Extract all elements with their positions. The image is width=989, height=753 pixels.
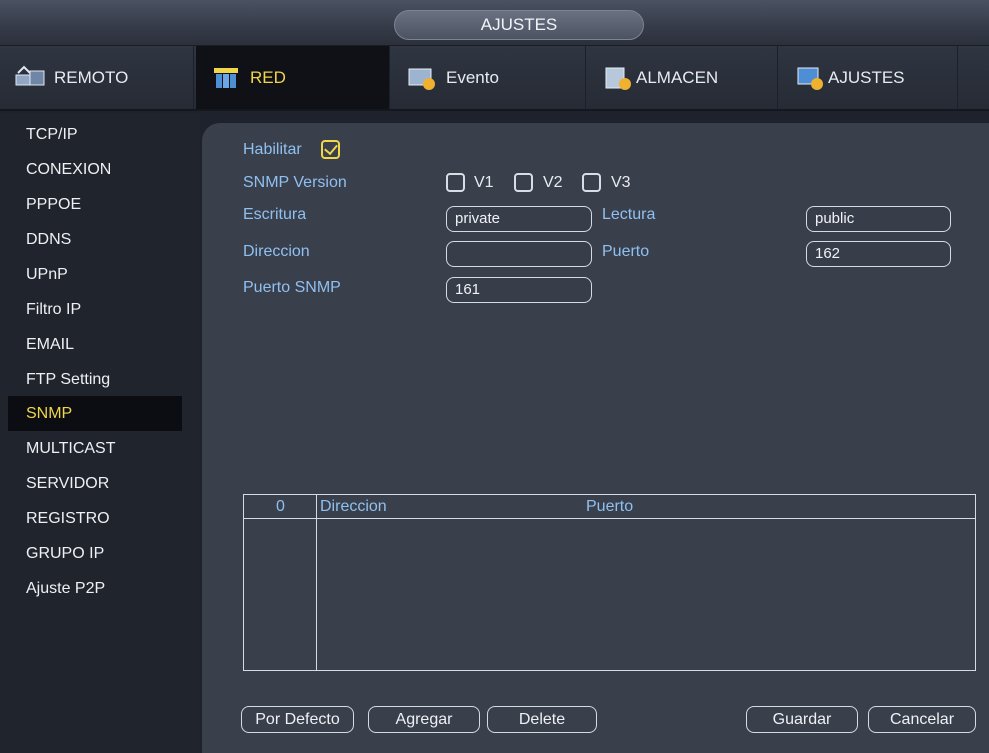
delete-button[interactable]: Delete <box>487 706 597 733</box>
sidebar-item-registro[interactable]: REGISTRO <box>8 501 182 536</box>
tab-label: ALMACEN <box>636 67 719 87</box>
tab-label: AJUSTES <box>828 67 905 87</box>
sidebar-item-servidor[interactable]: SERVIDOR <box>8 466 182 501</box>
snmp-port-label: Puerto SNMP <box>243 279 341 296</box>
remote-icon <box>14 64 46 92</box>
tab-ajustes[interactable]: AJUSTES <box>780 46 958 109</box>
settings-icon <box>794 64 826 92</box>
address-label: Direccion <box>243 243 310 260</box>
top-tab-bar: REMOTO RED Evento ALMACEN AJUSTES <box>0 46 989 111</box>
sidebar-item-upnp[interactable]: UPnP <box>8 257 182 292</box>
snmp-port-field[interactable]: 161 <box>446 277 592 303</box>
column-header-index: 0 <box>276 498 285 515</box>
save-button[interactable]: Guardar <box>746 706 858 733</box>
title-bar: AJUSTES <box>0 0 989 46</box>
tab-remoto[interactable]: REMOTO <box>0 46 194 109</box>
add-button[interactable]: Agregar <box>368 706 480 733</box>
table-divider <box>316 495 317 670</box>
tab-red[interactable]: RED <box>196 46 390 109</box>
sidebar-item-ddns[interactable]: DDNS <box>8 222 182 257</box>
trap-table: 0 Direccion Puerto <box>243 494 976 671</box>
sidebar-item-snmp[interactable]: SNMP <box>8 396 182 431</box>
cancel-button[interactable]: Cancelar <box>868 706 976 733</box>
event-icon <box>406 64 438 92</box>
snmp-version-label: SNMP Version <box>243 174 347 191</box>
enable-label: Habilitar <box>243 141 302 158</box>
v1-label: V1 <box>474 174 494 191</box>
write-community-field[interactable]: private <box>446 206 592 232</box>
sidebar-item-ftp-setting[interactable]: FTP Setting <box>8 362 182 397</box>
v3-label: V3 <box>611 174 631 191</box>
read-community-field[interactable]: public <box>806 206 951 232</box>
enable-checkbox[interactable] <box>321 140 340 159</box>
sidebar-item-ajuste-p2p[interactable]: Ajuste P2P <box>8 571 182 606</box>
read-label: Lectura <box>602 206 656 223</box>
port-label: Puerto <box>602 243 650 260</box>
column-header-port: Puerto <box>586 498 634 515</box>
tab-label: RED <box>250 67 286 87</box>
tab-almacen[interactable]: ALMACEN <box>588 46 778 109</box>
sidebar-item-tcpip[interactable]: TCP/IP <box>8 117 182 152</box>
tab-label: REMOTO <box>54 67 129 87</box>
storage-icon <box>602 64 634 92</box>
port-field[interactable]: 162 <box>806 241 951 267</box>
tab-label: Evento <box>446 67 499 87</box>
sidebar: TCP/IP CONEXION PPPOE DDNS UPnP Filtro I… <box>0 113 200 753</box>
sidebar-item-grupo-ip[interactable]: GRUPO IP <box>8 536 182 571</box>
v2-checkbox[interactable] <box>514 173 533 192</box>
sidebar-item-pppoe[interactable]: PPPOE <box>8 187 182 222</box>
address-field[interactable] <box>446 241 592 267</box>
tab-evento[interactable]: Evento <box>392 46 586 109</box>
v3-checkbox[interactable] <box>582 173 601 192</box>
default-button[interactable]: Por Defecto <box>241 706 354 733</box>
sidebar-item-multicast[interactable]: MULTICAST <box>8 431 182 466</box>
v2-label: V2 <box>543 174 563 191</box>
write-label: Escritura <box>243 206 307 223</box>
sidebar-item-email[interactable]: EMAIL <box>8 327 182 362</box>
v1-checkbox[interactable] <box>446 173 465 192</box>
network-icon <box>210 64 242 92</box>
column-header-address: Direccion <box>320 498 387 515</box>
sidebar-item-conexion[interactable]: CONEXION <box>8 152 182 187</box>
window-title: AJUSTES <box>394 10 644 40</box>
sidebar-item-filtro-ip[interactable]: Filtro IP <box>8 292 182 327</box>
